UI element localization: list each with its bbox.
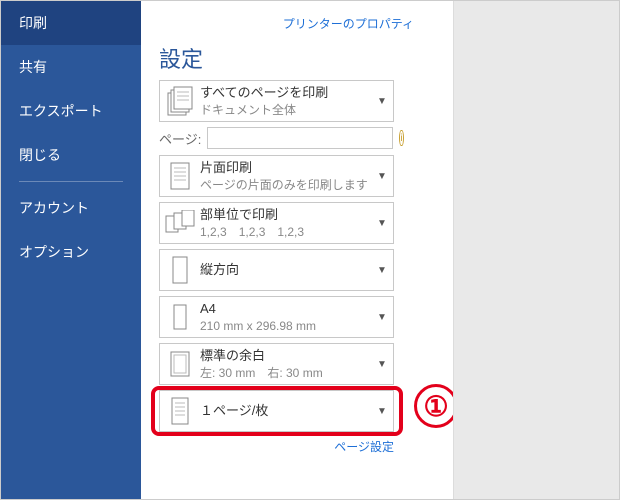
collate-icon	[164, 206, 196, 240]
sidebar-label: エクスポート	[19, 103, 103, 119]
paper-icon	[164, 300, 196, 334]
pages-row: ページ: i	[159, 127, 394, 149]
setting-title: 標準の余白	[200, 347, 375, 365]
setting-sub: 1,2,3 1,2,3 1,2,3	[200, 224, 375, 240]
chevron-down-icon: ▼	[375, 359, 389, 370]
pages-stack-icon	[164, 84, 196, 118]
setting-pages-per-sheet[interactable]: １ページ/枚 ▼	[159, 390, 394, 432]
sidebar-item-close[interactable]: 閉じる	[1, 133, 141, 177]
setting-sub: 210 mm x 296.98 mm	[200, 318, 375, 334]
setting-orientation[interactable]: 縦方向 ▼	[159, 249, 394, 291]
backstage-sidebar: 印刷 共有 エクスポート 閉じる アカウント オプション	[1, 1, 141, 499]
window: 印刷 共有 エクスポート 閉じる アカウント オプション 準備完了 プリンターの…	[1, 1, 619, 499]
setting-title: 部単位で印刷	[200, 206, 375, 224]
margins-icon	[164, 347, 196, 381]
setting-sub: 左: 30 mm 右: 30 mm	[200, 365, 375, 381]
sidebar-item-account[interactable]: アカウント	[1, 186, 141, 230]
pages-label: ページ:	[159, 129, 201, 148]
setting-title: 片面印刷	[200, 159, 375, 177]
chevron-down-icon: ▼	[375, 265, 389, 276]
setting-sub: ドキュメント全体	[200, 102, 375, 118]
portrait-icon	[164, 253, 196, 287]
setting-paper-size[interactable]: A4 210 mm x 296.98 mm ▼	[159, 296, 394, 338]
setting-title: すべてのページを印刷	[200, 84, 375, 102]
single-side-icon	[164, 159, 196, 193]
sidebar-divider	[19, 181, 123, 182]
chevron-down-icon: ▼	[375, 171, 389, 182]
print-preview-panel	[454, 1, 619, 499]
sidebar-label: オプション	[19, 244, 89, 260]
setting-sub: ページの片面のみを印刷します	[200, 177, 375, 193]
chevron-down-icon: ▼	[375, 218, 389, 229]
chevron-down-icon: ▼	[375, 406, 389, 417]
chevron-down-icon: ▼	[375, 96, 389, 107]
annotation-callout: ①	[414, 384, 454, 428]
info-icon[interactable]: i	[399, 130, 403, 146]
page-setup-link[interactable]: ページ設定	[159, 438, 394, 455]
setting-duplex[interactable]: 片面印刷 ページの片面のみを印刷します ▼	[159, 155, 394, 197]
sidebar-label: アカウント	[19, 200, 89, 216]
sidebar-item-share[interactable]: 共有	[1, 45, 141, 89]
chevron-down-icon: ▼	[375, 312, 389, 323]
print-settings-panel: 準備完了 プリンターのプロパティ 設定 すべてのページを印刷 ドキュメント全体	[141, 1, 454, 499]
sidebar-item-options[interactable]: オプション	[1, 230, 141, 274]
highlight-wrapper: １ページ/枚 ▼ ①	[159, 390, 441, 432]
setting-title: 縦方向	[200, 261, 375, 279]
settings-heading: 設定	[159, 42, 441, 74]
sidebar-label: 共有	[19, 59, 47, 75]
sheet-icon	[164, 394, 196, 428]
sidebar-label: 印刷	[19, 15, 47, 31]
setting-print-scope[interactable]: すべてのページを印刷 ドキュメント全体 ▼	[159, 80, 394, 122]
setting-margins[interactable]: 標準の余白 左: 30 mm 右: 30 mm ▼	[159, 343, 394, 385]
setting-collate[interactable]: 部単位で印刷 1,2,3 1,2,3 1,2,3 ▼	[159, 202, 394, 244]
printer-properties-link[interactable]: プリンターのプロパティ	[159, 15, 414, 32]
printer-block: 準備完了 プリンターのプロパティ	[159, 1, 441, 32]
sidebar-label: 閉じる	[19, 147, 61, 163]
sidebar-item-print[interactable]: 印刷	[1, 1, 141, 45]
setting-title: １ページ/枚	[200, 402, 375, 420]
setting-title: A4	[200, 300, 375, 318]
pages-input[interactable]	[207, 127, 393, 149]
sidebar-item-export[interactable]: エクスポート	[1, 89, 141, 133]
